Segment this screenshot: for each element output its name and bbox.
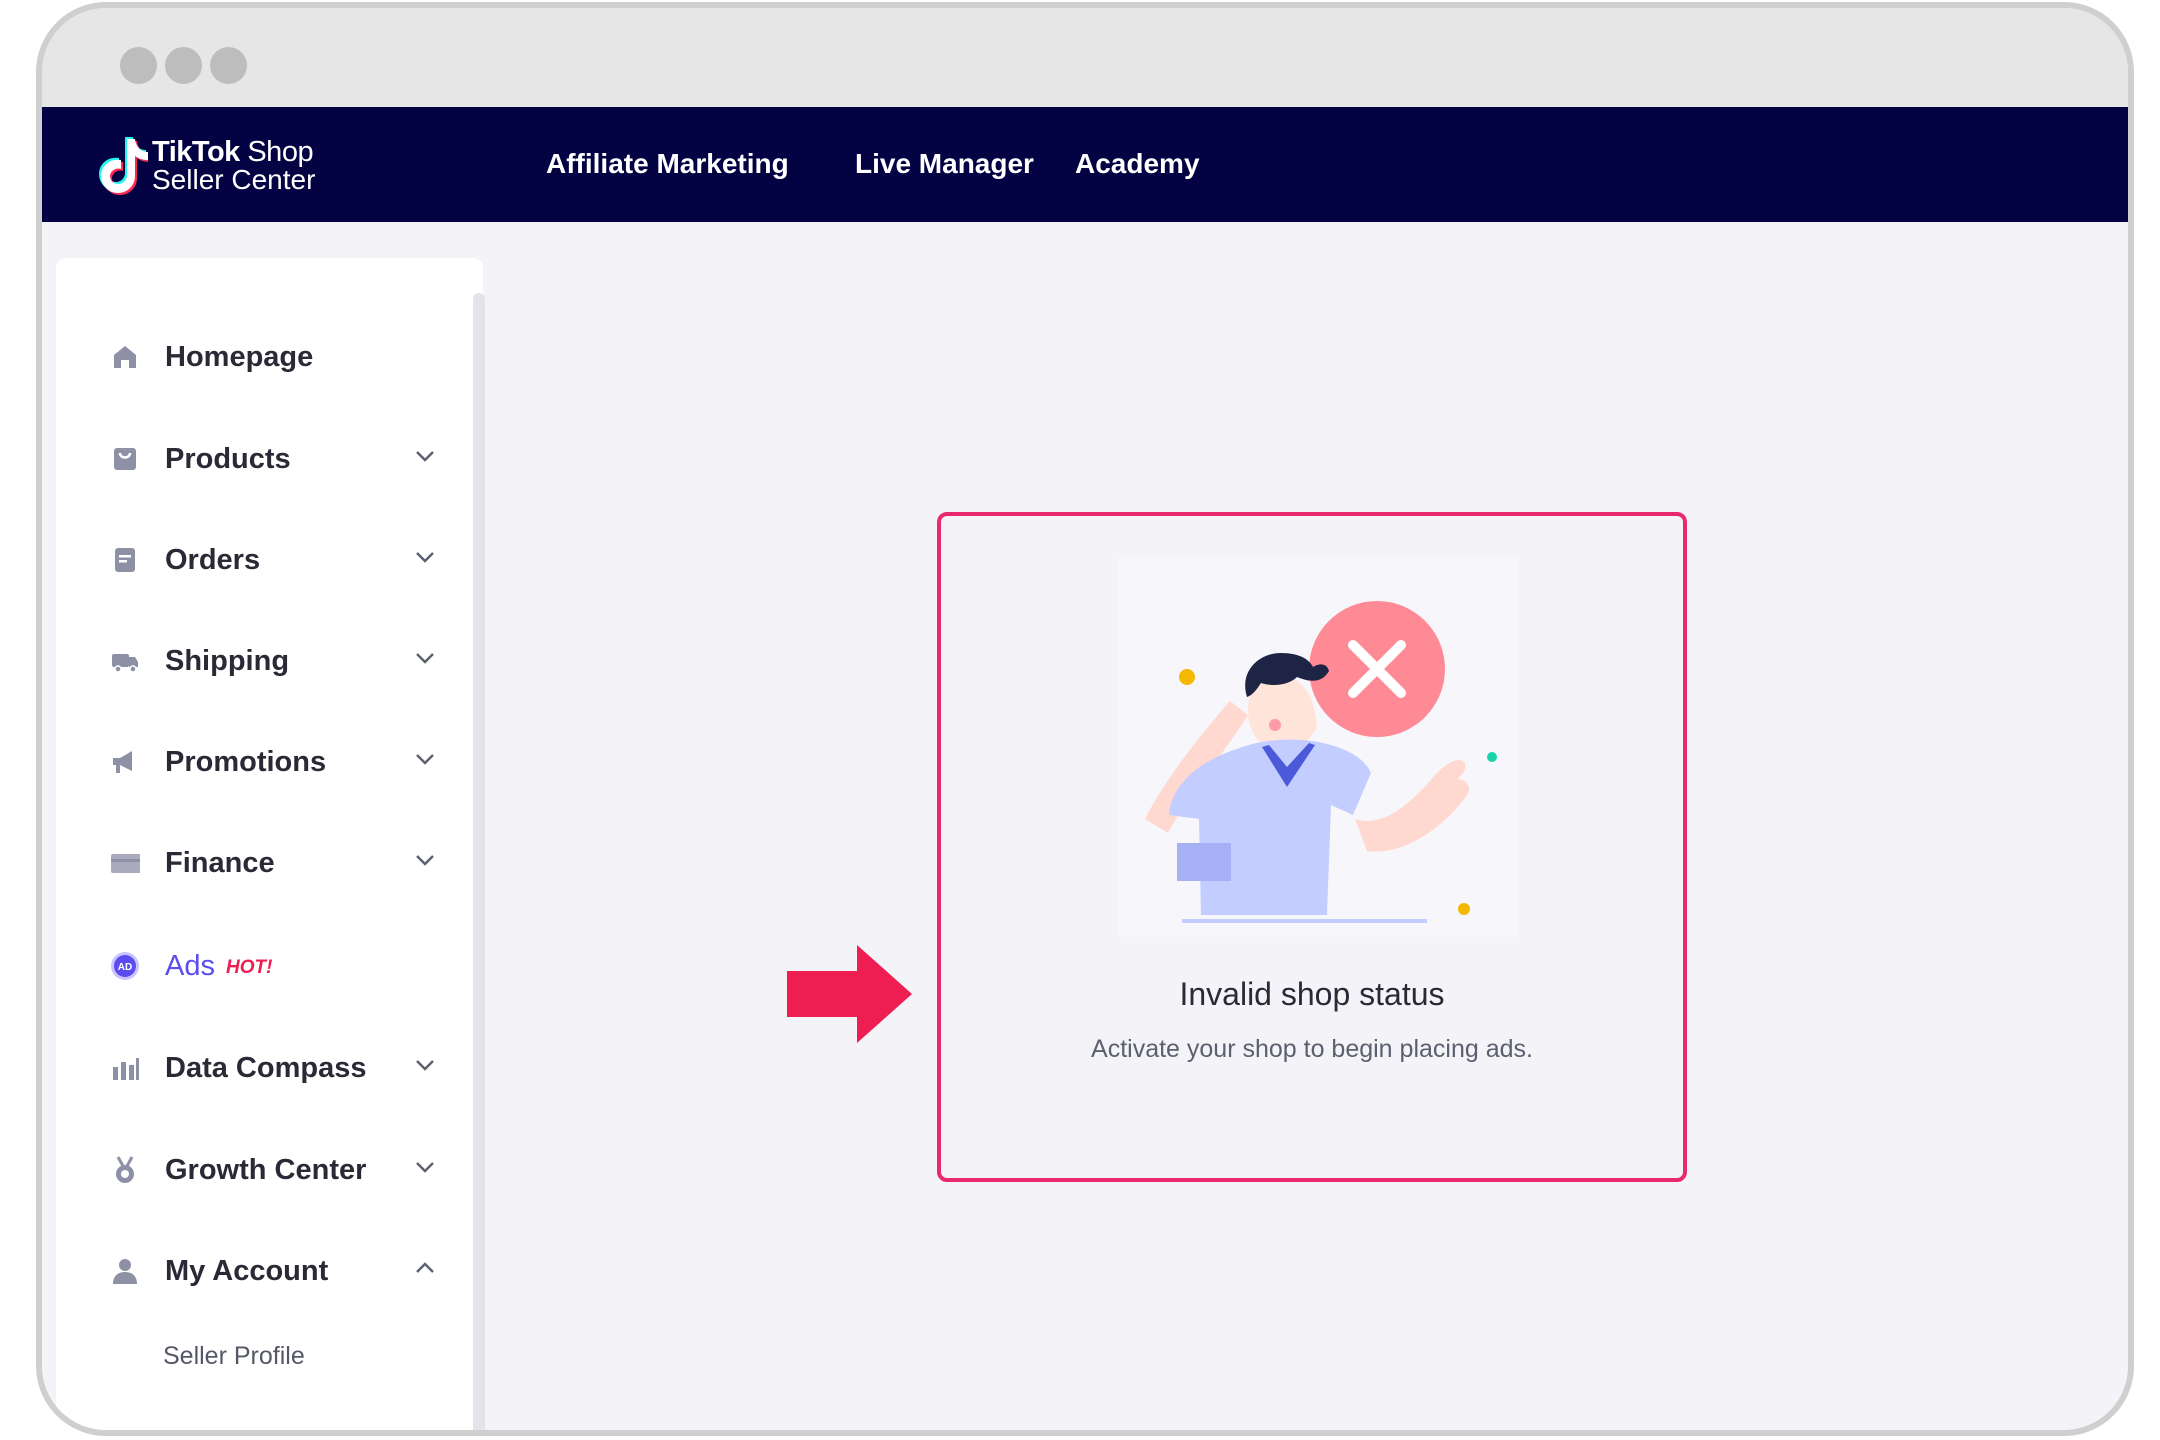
nav-live-manager[interactable]: Live Manager [855, 148, 1034, 180]
shirt-shadow [1177, 843, 1231, 881]
decor-dot-green [1487, 752, 1497, 762]
top-navbar: TikTok Shop Seller Center Affiliate Mark… [42, 107, 2128, 222]
sidebar-item-label: My Account [165, 1255, 329, 1287]
chevron-down-icon[interactable] [412, 1154, 438, 1180]
browser-window: TikTok Shop Seller Center Affiliate Mark… [36, 2, 2134, 1436]
sidebar-item-my-account[interactable]: My Account [56, 1242, 483, 1302]
sidebar-subitem-seller-profile[interactable]: Seller Profile [163, 1342, 305, 1371]
card-icon [111, 854, 140, 873]
decor-dot-yellow-small [1458, 903, 1470, 915]
chevron-down-icon[interactable] [412, 443, 438, 469]
medal-icon [116, 1156, 134, 1183]
empty-state-title: Invalid shop status [1179, 976, 1445, 1012]
tiktok-shop-logo[interactable]: TikTok Shop Seller Center [96, 135, 346, 199]
empty-state-description: Activate your shop to begin placing ads. [1091, 1035, 1533, 1063]
cheek [1269, 719, 1281, 731]
sidebar-item-promotions[interactable]: Promotions [56, 733, 483, 793]
decor-dot-yellow [1179, 669, 1195, 685]
ad-icon: AD [111, 952, 139, 980]
logo-subtitle: Seller Center [152, 164, 316, 195]
megaphone-icon [113, 751, 132, 773]
home-icon [114, 346, 136, 368]
sidebar-item-label: Finance [165, 847, 275, 879]
nav-academy[interactable]: Academy [1075, 148, 1200, 180]
chevron-up-icon[interactable] [412, 1255, 438, 1281]
sidebar-item-label: Growth Center [165, 1154, 367, 1186]
main-content: Homepage Products Orders Shipping Promot… [42, 222, 2128, 1430]
sidebar-item-label: Promotions [165, 746, 327, 778]
chevron-down-icon[interactable] [412, 645, 438, 671]
chevron-down-icon[interactable] [412, 544, 438, 570]
minimize-dot[interactable] [165, 47, 202, 84]
sidebar-scrollbar[interactable] [473, 293, 485, 1430]
truck-icon [112, 654, 138, 673]
document-icon [115, 548, 135, 572]
bar-chart-icon [113, 1058, 139, 1080]
arrow-right-icon [787, 945, 912, 1043]
sidebar-item-label: Products [165, 443, 291, 475]
sidebar-item-growth-center[interactable]: Growth Center [56, 1141, 483, 1201]
close-dot[interactable] [120, 47, 157, 84]
bag-icon [114, 448, 136, 470]
svg-text:AD: AD [118, 962, 132, 973]
sidebar-item-data-compass[interactable]: Data Compass [56, 1039, 483, 1099]
maximize-dot[interactable] [210, 47, 247, 84]
chevron-down-icon[interactable] [412, 746, 438, 772]
hot-badge: HOT! [226, 957, 273, 978]
chevron-down-icon[interactable] [412, 847, 438, 873]
sidebar-item-homepage[interactable]: Homepage [56, 328, 483, 388]
sidebar-item-label: Homepage [165, 341, 314, 373]
sidebar-item-products[interactable]: Products [56, 430, 483, 490]
sidebar-item-label: Orders [165, 544, 261, 576]
sidebar: Homepage Products Orders Shipping Promot… [56, 258, 483, 1430]
sidebar-item-label: Ads [165, 950, 215, 982]
nav-affiliate-marketing[interactable]: Affiliate Marketing [546, 148, 789, 180]
tiktok-logo-icon [99, 137, 150, 195]
chevron-down-icon[interactable] [412, 1052, 438, 1078]
sidebar-item-label: Data Compass [165, 1052, 367, 1084]
sidebar-item-orders[interactable]: Orders [56, 531, 483, 591]
sidebar-item-shipping[interactable]: Shipping [56, 632, 483, 692]
user-icon [113, 1259, 137, 1284]
error-person-illustration [1117, 557, 1517, 937]
browser-titlebar [42, 8, 2128, 107]
sidebar-item-finance[interactable]: Finance [56, 834, 483, 894]
sidebar-item-ads[interactable]: AD Ads HOT! [56, 937, 483, 997]
sidebar-item-label: Shipping [165, 645, 290, 677]
logo-text: TikTok Shop Seller Center [152, 138, 316, 195]
